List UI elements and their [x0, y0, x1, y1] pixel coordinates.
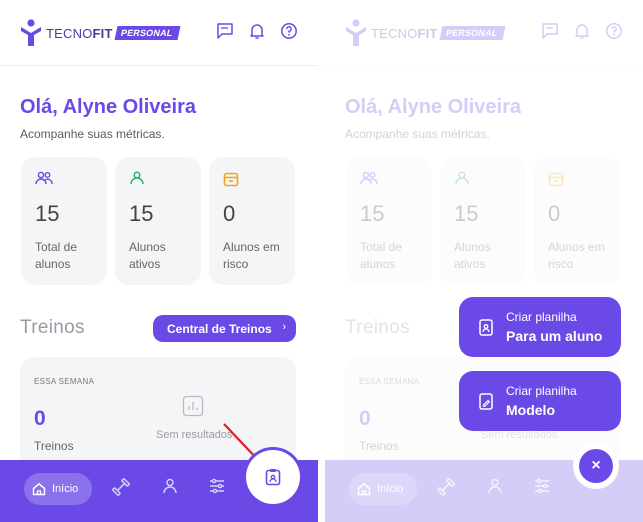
chat-icon[interactable] [216, 22, 234, 45]
tecnofit-logo: TECNOFIT PERSONAL [20, 18, 180, 48]
metric-value: 0 [223, 201, 236, 226]
metric-label: Alunos ativos [129, 240, 166, 271]
brand-name: TECNOFIT [46, 25, 113, 41]
central-treinos-button[interactable]: Central de Treinos › [153, 315, 296, 342]
chart-icon [182, 395, 204, 422]
week-label: ESSA SEMANA [34, 377, 95, 386]
user-icon [129, 171, 145, 190]
nav-home-label: Início [52, 483, 79, 495]
metric-value: 15 [35, 201, 60, 226]
create-plan-target: Modelo [506, 402, 555, 418]
sliders-icon[interactable] [208, 477, 226, 500]
metric-card-risk[interactable]: 0 Alunos em risco [209, 157, 295, 285]
home-icon [32, 483, 46, 496]
overlay-backdrop[interactable] [325, 0, 643, 522]
create-plan-fab[interactable] [246, 450, 300, 504]
clipboard-edit-icon [479, 392, 493, 415]
dumbbell-icon[interactable] [111, 477, 131, 502]
create-plan-label: Criar planilha [506, 310, 577, 324]
nav-home-button[interactable]: Início [24, 473, 92, 505]
treinos-heading: Treinos [20, 317, 85, 338]
greeting-subtitle: Acompanhe suas métricas. [20, 127, 165, 141]
metric-card-total[interactable]: 15 Total de alunos [21, 157, 107, 285]
create-plan-student-button[interactable]: Criar planilha Para um aluno [459, 297, 621, 357]
create-plan-template-button[interactable]: Criar planilha Modelo [459, 371, 621, 431]
home-screen-fab-open: TECNOFIT PERSONAL Olá, Alyne Oliveira Ac… [325, 0, 643, 522]
tecnofit-logo-icon [21, 19, 41, 46]
brand-badge: PERSONAL [114, 26, 180, 40]
metric-value: 15 [129, 201, 154, 226]
create-plan-label: Criar planilha [506, 384, 577, 398]
create-plan-target: Para um aluno [506, 328, 603, 344]
chevron-right-icon: › [282, 321, 286, 333]
metric-label: Total de alunos [35, 240, 78, 271]
clipboard-icon [265, 469, 281, 486]
metric-card-active[interactable]: 15 Alunos ativos [115, 157, 201, 285]
app-header: TECNOFIT PERSONAL [0, 0, 318, 66]
metric-label: Alunos em risco [223, 240, 280, 271]
treinos-count-label: Treinos [34, 439, 74, 453]
users-icon [35, 171, 53, 190]
treinos-count: 0 [34, 407, 46, 430]
help-icon[interactable] [280, 22, 298, 45]
user-icon[interactable] [161, 477, 179, 500]
bell-icon[interactable] [248, 22, 266, 45]
close-fab-button[interactable]: × [579, 449, 613, 483]
home-screen: TECNOFIT PERSONAL Olá, Alyne Oliveira Ac… [0, 0, 318, 522]
clipboard-user-icon [479, 318, 493, 341]
central-treinos-label: Central de Treinos [167, 321, 272, 336]
greeting-title: Olá, Alyne Oliveira [20, 96, 197, 118]
calendar-icon [223, 171, 239, 192]
